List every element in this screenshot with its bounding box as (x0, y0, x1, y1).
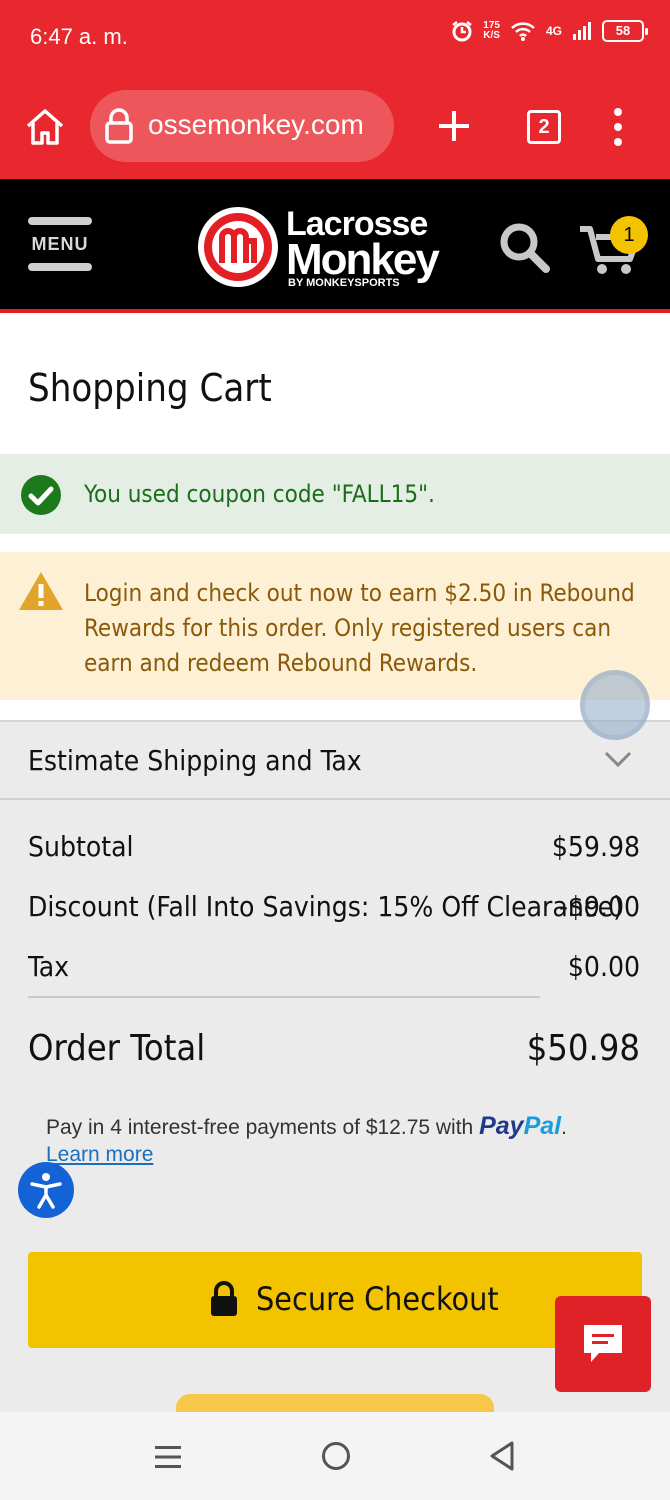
checkout-label: Secure Checkout (256, 1280, 499, 1318)
estimate-shipping-toggle[interactable]: Estimate Shipping and Tax (0, 720, 670, 800)
system-navigation-bar (0, 1412, 670, 1500)
touch-indicator (580, 670, 650, 740)
wifi-icon (511, 22, 535, 41)
paypal-installments-text: Pay in 4 interest-free payments of $12.7… (46, 1112, 567, 1140)
alarm-icon (452, 21, 473, 42)
paypal-logo: PayPal (479, 1112, 562, 1140)
subtotal-value: $59.98 (551, 830, 640, 863)
signal-icon (573, 22, 591, 40)
tab-switcher-button[interactable]: 2 (527, 110, 561, 144)
status-bar: 6:47 a. m. 175 K/S 4G 58 (0, 0, 670, 76)
order-total-value: $50.98 (526, 1028, 640, 1069)
discount-value: -$9.00 (558, 890, 640, 923)
secure-checkout-button[interactable]: Secure Checkout (28, 1252, 642, 1348)
recents-icon[interactable] (155, 1444, 181, 1470)
search-icon[interactable] (496, 219, 552, 275)
tax-value: $0.00 (567, 950, 640, 983)
chat-button[interactable] (555, 1296, 651, 1392)
menu-bar-top (28, 217, 92, 225)
cart-count-badge: 1 (610, 216, 648, 254)
subtotal-label: Subtotal (28, 830, 134, 863)
summary-divider (28, 996, 540, 998)
network-type: 4G (545, 24, 562, 38)
tax-label: Tax (28, 950, 70, 983)
lock-icon (105, 108, 133, 144)
menu-bar-bottom (28, 263, 92, 271)
estimate-shipping-label: Estimate Shipping and Tax (28, 744, 362, 777)
more-options-icon[interactable] (604, 106, 632, 148)
battery-icon: 58 (602, 20, 648, 42)
monkey-logo-icon (198, 207, 278, 287)
coupon-success-message: You used coupon code "FALL15". (0, 454, 670, 534)
home-icon[interactable] (24, 106, 66, 148)
status-icons: 175 K/S 4G 58 (451, 20, 648, 42)
status-time: 6:47 a. m. (30, 24, 128, 49)
coupon-message-text: You used coupon code "FALL15". (84, 480, 435, 508)
warning-icon (19, 572, 63, 610)
menu-label: MENU (31, 234, 89, 254)
browser-toolbar: ossemonkey.com 2 (0, 76, 670, 179)
logo-subtitle: BY MONKEYSPORTS (288, 277, 400, 289)
site-logo[interactable]: Lacrosse Monkey BY MONKEYSPORTS (196, 201, 446, 293)
rewards-message-text: Login and check out now to earn $2.50 in… (84, 579, 635, 677)
site-header: MENU Lacrosse Monkey BY MONKEYSPORTS 1 (0, 179, 670, 313)
lock-icon (211, 1281, 237, 1316)
page-title: Shopping Cart (28, 366, 272, 410)
chat-bubble-icon (584, 1325, 622, 1362)
discount-label: Discount (Fall Into Savings: 15% Off Cle… (28, 890, 623, 923)
chevron-down-icon (604, 751, 632, 768)
order-total-label: Order Total (28, 1028, 206, 1069)
new-tab-icon[interactable] (436, 108, 472, 144)
url-text[interactable]: ossemonkey.com (148, 109, 364, 141)
rewards-warning-message: Login and check out now to earn $2.50 in… (0, 552, 670, 700)
net-speed: 175 K/S (483, 20, 500, 41)
menu-button[interactable]: MENU (28, 217, 92, 273)
back-icon[interactable] (488, 1440, 516, 1472)
home-nav-icon[interactable] (322, 1442, 350, 1470)
paypal-message: Pay in 4 interest-free payments of $12.7… (46, 1116, 474, 1139)
learn-more-link[interactable]: Learn more (46, 1143, 153, 1167)
check-circle-icon (21, 475, 61, 515)
accessibility-icon (30, 1173, 62, 1209)
accessibility-button[interactable] (18, 1162, 74, 1218)
